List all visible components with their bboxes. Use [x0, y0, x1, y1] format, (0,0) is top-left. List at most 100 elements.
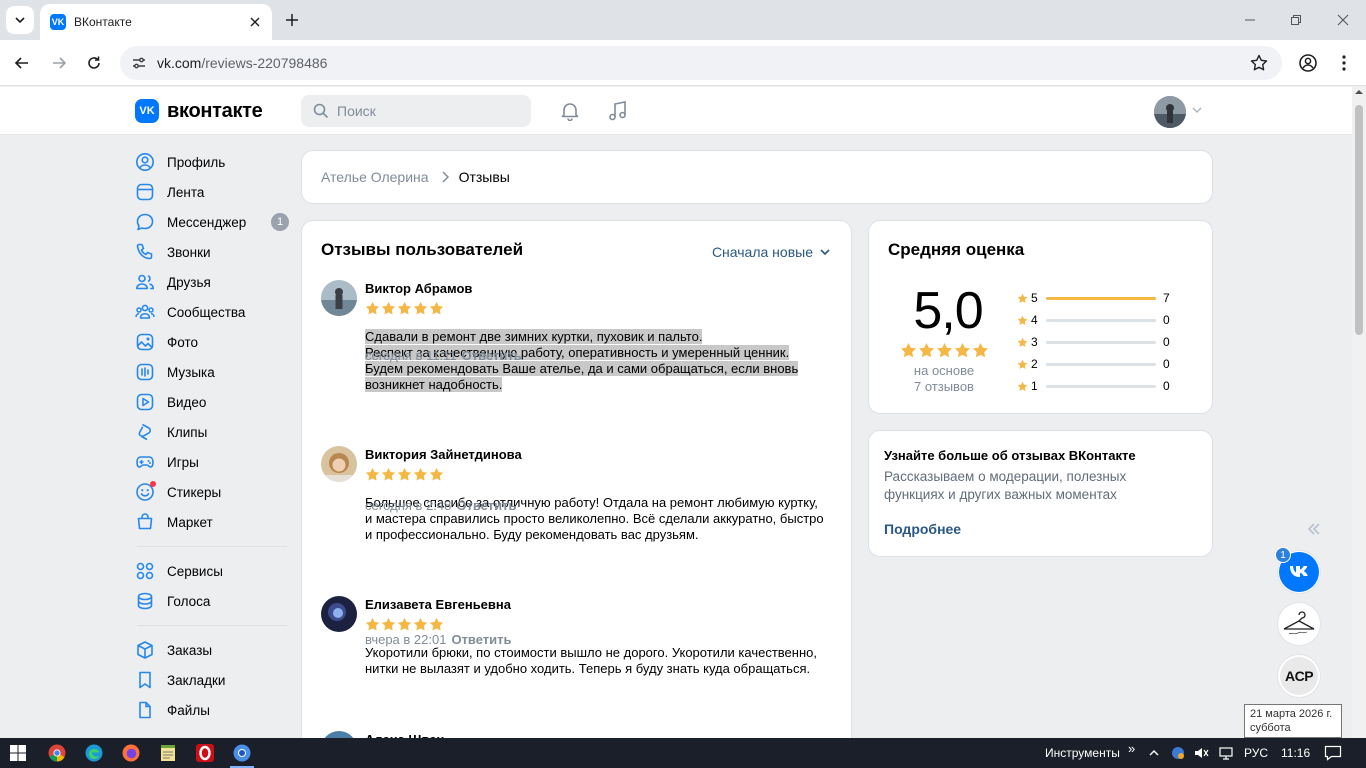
sidebar-item-video[interactable]: Видео: [135, 387, 291, 417]
sidebar-item-coins[interactable]: Голоса: [135, 586, 291, 616]
rating-level: 3: [1031, 335, 1038, 349]
chrome-taskbar-icon[interactable]: [47, 743, 67, 763]
notification-center-button[interactable]: [1323, 743, 1343, 763]
address-bar[interactable]: vk.com/reviews-220798486: [120, 46, 1282, 80]
windows-start-button[interactable]: [8, 743, 28, 763]
star-icon: [1017, 315, 1028, 325]
sidebar-item-clips[interactable]: Клипы: [135, 417, 291, 447]
notifications-button[interactable]: [558, 99, 582, 123]
site-settings-icon[interactable]: [130, 54, 148, 72]
restore-button[interactable]: [1286, 10, 1306, 30]
chevron-down-icon: [820, 249, 830, 256]
sidebar-item-gamepad[interactable]: Игры: [135, 447, 291, 477]
reviewer-avatar[interactable]: [321, 280, 357, 316]
arrow-left-icon: [14, 57, 28, 69]
scroll-up-arrow-icon[interactable]: [1352, 87, 1366, 97]
reply-button[interactable]: Ответить: [462, 348, 522, 363]
volume-tray-icon[interactable]: [1191, 743, 1211, 763]
average-rating-stars: [900, 342, 989, 359]
sidebar-item-user-circle[interactable]: Профиль: [135, 147, 291, 177]
taskbar-clock[interactable]: 11:16: [1281, 746, 1310, 760]
edge-taskbar-icon[interactable]: [84, 743, 104, 763]
vk-logo[interactable]: VK вконтакте: [135, 99, 263, 123]
sort-dropdown[interactable]: Сначала новые: [712, 244, 831, 260]
tab-close-button[interactable]: [246, 13, 264, 31]
bookmark-star-button[interactable]: [1250, 54, 1268, 72]
info-more-link[interactable]: Подробнее: [884, 521, 961, 537]
sidebar-item-communities[interactable]: Сообщества: [135, 297, 291, 327]
sidebar-item-label: Сервисы: [167, 563, 223, 579]
taskbar-tools-label[interactable]: Инструменты: [1045, 746, 1120, 760]
review-time: сегодня в 11:11: [365, 348, 457, 363]
firefox-taskbar-icon[interactable]: [121, 743, 141, 763]
window-close-button[interactable]: [1333, 10, 1353, 30]
profile-menu-chevron[interactable]: [1192, 105, 1202, 115]
atelier-community-shortcut[interactable]: [1278, 603, 1320, 645]
network-tray-icon[interactable]: [1216, 743, 1236, 763]
keyboard-language[interactable]: РУС: [1244, 746, 1268, 760]
tab-title: ВКонтакте: [74, 15, 132, 29]
sidebar-item-bookmark[interactable]: Закладки: [135, 665, 291, 695]
double-chevron-left-icon: [1307, 523, 1320, 535]
review-stars: [365, 301, 444, 316]
star-icon: [365, 467, 380, 481]
acp-shortcut[interactable]: ACP: [1278, 655, 1320, 697]
sidebar-item-newsfeed[interactable]: Лента: [135, 177, 291, 207]
breadcrumb-parent-link[interactable]: Ателье Олерина: [321, 169, 429, 185]
restore-icon: [1291, 15, 1301, 25]
average-rating-value: 5,0: [913, 282, 983, 340]
search-input[interactable]: Поиск: [301, 95, 531, 127]
reload-button[interactable]: [83, 52, 105, 74]
tools-expand-icon[interactable]: »: [1128, 741, 1135, 756]
reviewer-name[interactable]: Виктор Абрамов: [365, 281, 472, 296]
profile-button[interactable]: [1297, 52, 1319, 74]
vk-header: VK вконтакте Поиск: [0, 87, 1352, 135]
back-button[interactable]: [11, 52, 33, 74]
forward-button[interactable]: [48, 52, 70, 74]
vk-messenger-shortcut[interactable]: 1: [1275, 547, 1320, 593]
reply-button[interactable]: Ответить: [456, 498, 516, 513]
notes-taskbar-icon[interactable]: [158, 743, 178, 763]
sidebar-item-photo[interactable]: Фото: [135, 327, 291, 357]
sidebar-item-message[interactable]: Мессенджер 1: [135, 207, 291, 237]
browser-tab[interactable]: VK ВКонтакте: [40, 4, 272, 40]
weather-tray-icon[interactable]: [1168, 743, 1188, 763]
scrollbar-thumb[interactable]: [1355, 105, 1363, 335]
sidebar-item-box[interactable]: Заказы: [135, 635, 291, 665]
tab-search-button[interactable]: [6, 6, 34, 34]
collapse-sidebar-button[interactable]: [1306, 521, 1322, 537]
reviewer-avatar[interactable]: [321, 596, 357, 632]
music-player-button[interactable]: [606, 99, 630, 123]
reviewer-name[interactable]: Виктория Зайнетдинова: [365, 447, 522, 462]
browser-menu-button[interactable]: [1333, 52, 1355, 74]
search-placeholder: Поиск: [337, 103, 376, 119]
tray-expand-button[interactable]: [1144, 743, 1164, 763]
minimize-button[interactable]: [1240, 10, 1260, 30]
review-time: вчера в 22:01: [365, 632, 447, 647]
reviewer-avatar[interactable]: [321, 446, 357, 482]
chrome-active-taskbar-icon[interactable]: [232, 743, 252, 763]
chevron-down-icon: [1192, 107, 1202, 114]
rating-count: 0: [1163, 357, 1170, 371]
sidebar-item-smile[interactable]: Стикеры: [135, 477, 291, 507]
review-meta: сегодня в 11:11 Ответить: [365, 348, 522, 363]
reviewer-name[interactable]: Елизавета Евгеньевна: [365, 597, 511, 612]
arrow-right-icon: [53, 57, 67, 69]
sidebar-item-services[interactable]: Сервисы: [135, 556, 291, 586]
star-icon: [413, 467, 428, 481]
sidebar-item-phone[interactable]: Звонки: [135, 237, 291, 267]
new-tab-button[interactable]: [282, 10, 302, 30]
page-scrollbar[interactable]: [1352, 87, 1366, 738]
sort-label: Сначала новые: [711, 244, 813, 260]
sidebar-item-label: Мессенджер: [167, 214, 247, 230]
review-time: сегодня в 2:48: [365, 498, 452, 513]
opera-taskbar-icon[interactable]: [195, 743, 215, 763]
rating-basis: на основе 7 отзывов: [899, 363, 989, 395]
sidebar-item-market[interactable]: Маркет: [135, 507, 291, 537]
reply-button[interactable]: Ответить: [451, 632, 511, 647]
sidebar-item-label: Звонки: [167, 244, 211, 260]
sidebar-item-music[interactable]: Музыка: [135, 357, 291, 387]
user-avatar[interactable]: [1154, 96, 1186, 128]
sidebar-item-friends[interactable]: Друзья: [135, 267, 291, 297]
sidebar-item-file[interactable]: Файлы: [135, 695, 291, 725]
